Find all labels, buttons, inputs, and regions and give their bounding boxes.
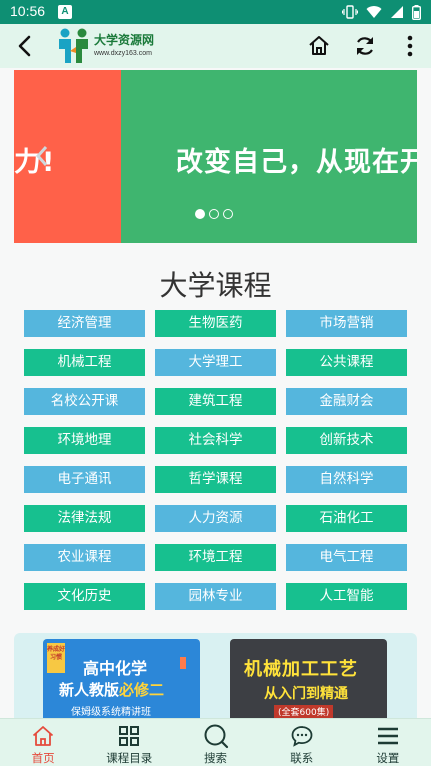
nav-label: 搜索 (204, 751, 227, 765)
banner-pagination (195, 209, 233, 219)
course-chip[interactable]: 市场营销 (286, 310, 407, 337)
section-title: 大学课程 (159, 269, 272, 302)
promo-card-machining[interactable]: 机械加工工艺 从入门到精通 (全套600集) (230, 639, 387, 718)
promo-subtitle-highlight: 必修二 (119, 681, 165, 699)
chat-icon (291, 726, 313, 747)
status-icons (342, 4, 421, 20)
nav-item-settings[interactable]: 设置 (345, 719, 431, 766)
banner-dot[interactable] (209, 209, 219, 219)
home-button[interactable] (305, 32, 333, 60)
course-chip[interactable]: 人力资源 (155, 505, 276, 532)
course-chip[interactable]: 环境地理 (24, 427, 145, 454)
logo-mark-icon (59, 28, 88, 63)
course-chip[interactable]: 哲学课程 (155, 466, 276, 493)
search-icon (204, 724, 228, 749)
promo-tag: 养成好习惯 (47, 643, 65, 673)
logo-title: 大学资源网 (94, 33, 155, 47)
status-bar: 10:56 A (0, 0, 431, 24)
course-chip[interactable]: 石油化工 (286, 505, 407, 532)
nav-item-home[interactable]: 首页 (0, 719, 86, 766)
course-chip[interactable]: 公共课程 (286, 349, 407, 376)
more-button[interactable] (396, 32, 424, 60)
refresh-button[interactable] (351, 32, 379, 60)
main-content[interactable]: 力! 改变自己，从现在开 大学课程 经济管理 生物医药 市场营销机械工程 大学理工 公共… (0, 68, 431, 718)
course-chip[interactable]: 建筑工程 (155, 388, 276, 415)
banner-dot[interactable] (223, 209, 233, 219)
banner-dot[interactable] (195, 209, 205, 219)
promo-subtitle-a: 新人教版 (59, 681, 120, 699)
battery-icon (412, 4, 421, 20)
status-time: 10:56 (10, 3, 46, 19)
logo-url: www.dxzy163.com (94, 50, 152, 57)
promo-title: 机械加工工艺 (244, 659, 358, 680)
course-chip[interactable]: 创新技术 (286, 427, 407, 454)
home-icon (309, 36, 329, 55)
course-grid: 经济管理 生物医药 市场营销机械工程 大学理工 公共课程名校公开课 建筑工程 金融财会环境地… (24, 310, 408, 610)
nav-label: 联系 (290, 751, 314, 765)
more-icon (407, 35, 413, 57)
signal-icon (391, 6, 403, 18)
course-chip[interactable]: 电子通讯 (24, 466, 145, 493)
refresh-icon (357, 37, 373, 55)
course-chip[interactable]: 大学理工 (155, 349, 276, 376)
course-chip[interactable]: 文化历史 (24, 583, 145, 610)
home-icon (32, 726, 54, 746)
menu-icon (377, 727, 398, 745)
course-chip[interactable]: 自然科学 (286, 466, 407, 493)
course-chip[interactable]: 经济管理 (24, 310, 145, 337)
course-chip[interactable]: 电气工程 (286, 544, 407, 571)
promo-stripe (180, 657, 194, 669)
course-chip[interactable]: 园林专业 (155, 583, 276, 610)
course-chip[interactable]: 农业课程 (24, 544, 145, 571)
site-logo: 大学资源网 www.dxzy163.com (56, 27, 154, 65)
banner-prev-arrow-icon[interactable] (34, 144, 50, 168)
promo-subtitle: 从入门到精通 (264, 686, 348, 702)
course-chip[interactable]: 机械工程 (24, 349, 145, 376)
course-chip[interactable]: 金融财会 (286, 388, 407, 415)
promo-caption: (全套600集) (274, 705, 334, 718)
grid-icon (119, 726, 140, 746)
vibrate-icon (342, 5, 358, 19)
nav-label: 设置 (376, 751, 400, 765)
app-header: 大学资源网 www.dxzy163.com (0, 24, 431, 68)
promo-section: 养成好习惯 高中化学 新人教版必修二 保姆级系统精讲班 机械加工工艺 从入门到精… (14, 633, 417, 718)
app-notification-icon: A (58, 5, 72, 19)
promo-subtitle: 新人教版必修二 (59, 679, 164, 700)
nav-item-catalog[interactable]: 课程目录 (86, 719, 172, 766)
course-chip[interactable]: 人工智能 (286, 583, 407, 610)
bottom-nav: 首页 课程目录 搜索 联系 设置 (0, 718, 431, 766)
nav-label: 首页 (31, 751, 55, 765)
banner-slide-text: 改变自己，从现在开 (176, 147, 417, 178)
promo-caption: 保姆级系统精讲班 (71, 707, 151, 718)
promo-card-chemistry[interactable]: 养成好习惯 高中化学 新人教版必修二 保姆级系统精讲班 (43, 639, 200, 718)
nav-item-contact[interactable]: 联系 (259, 719, 345, 766)
wifi-icon (366, 6, 382, 19)
course-chip[interactable]: 社会科学 (155, 427, 276, 454)
course-chip[interactable]: 环境工程 (155, 544, 276, 571)
course-chip[interactable]: 名校公开课 (24, 388, 145, 415)
nav-item-search[interactable]: 搜索 (172, 719, 258, 766)
nav-label: 课程目录 (106, 751, 153, 765)
course-chip[interactable]: 法律法规 (24, 505, 145, 532)
banner-carousel[interactable]: 力! 改变自己，从现在开 (14, 70, 417, 243)
course-chip[interactable]: 生物医药 (155, 310, 276, 337)
banner-prev-slide: 力! (14, 70, 121, 243)
promo-title: 高中化学 (83, 659, 148, 678)
back-icon[interactable] (12, 32, 40, 60)
